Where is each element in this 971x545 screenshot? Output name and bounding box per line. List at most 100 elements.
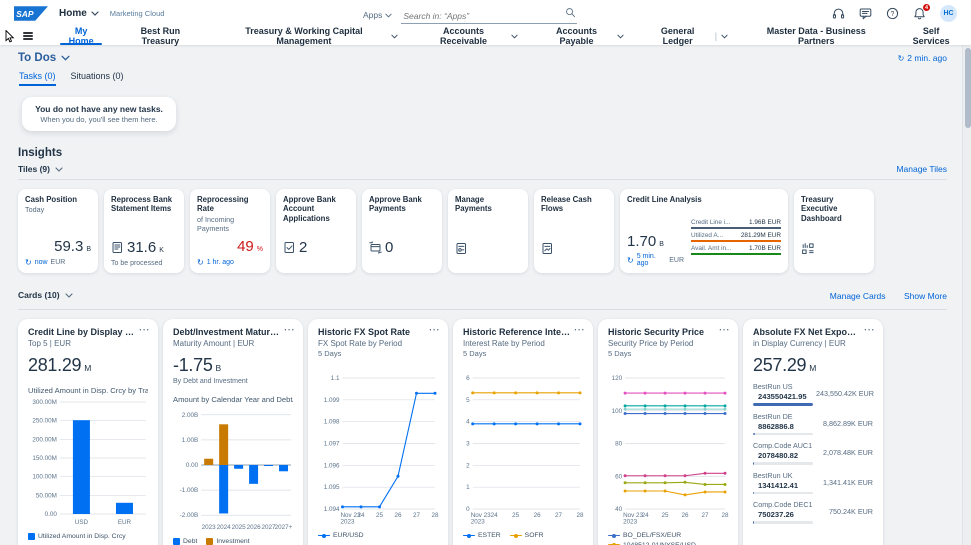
mouse-cursor	[5, 30, 16, 43]
legend-item: BO_DEL/FSX/EUR	[608, 532, 728, 539]
support-headset-icon[interactable]	[832, 7, 845, 20]
chart-legend: ESTERSOFR	[463, 532, 583, 539]
home-menu-button[interactable]: Home	[59, 8, 99, 19]
todo-tab-situations-0-[interactable]: Situations (0)	[71, 71, 124, 86]
tile[interactable]: Credit Line Analysis1.70B↻5 min. agoEURC…	[620, 189, 788, 273]
legend-label: Investment	[216, 538, 249, 545]
svg-text:USD: USD	[75, 519, 89, 526]
legend-item: Investment	[206, 538, 249, 545]
tile[interactable]: Manage Payments	[448, 189, 528, 273]
manage-tiles-link[interactable]: Manage Tiles	[896, 164, 947, 174]
legend-item: SOFR	[510, 532, 544, 539]
svg-text:-1.00B: -1.00B	[180, 487, 199, 494]
side-navigation-toggle[interactable]	[20, 32, 36, 39]
tile[interactable]: Cash PositionToday59.3B↻nowEUR	[18, 189, 98, 273]
tile[interactable]: Reprocess Bank Statement Items31.6KTo be…	[104, 189, 184, 273]
tile-title: Reprocess Bank Statement Items	[111, 195, 177, 214]
manage-cards-link[interactable]: Manage Cards	[830, 291, 886, 301]
feedback-icon[interactable]	[859, 7, 872, 20]
nav-tab-label: Master Data - Business Partners	[750, 26, 882, 46]
card-kpi-value: -1.75	[173, 355, 213, 376]
show-more-link[interactable]: Show More	[904, 291, 947, 301]
svg-text:250.00M: 250.00M	[32, 418, 57, 425]
insight-card[interactable]: Credit Line by Display Currency⋯Top 5 | …	[18, 319, 158, 545]
todos-section: To Dos ↻ 2 min. ago Tasks (0) Situations …	[18, 52, 947, 131]
nav-tab-my-home[interactable]: My Home	[51, 27, 111, 45]
legend-marker	[173, 538, 180, 545]
breakdown-value: 281.29M EUR	[741, 232, 781, 239]
overflow-menu-button[interactable]: ⋯	[284, 323, 296, 336]
tiles-group-toggle[interactable]: Tiles (9)	[18, 164, 63, 174]
overflow-menu-button[interactable]: ⋯	[864, 323, 876, 336]
overflow-menu-button[interactable]: ⋯	[719, 323, 731, 336]
overflow-menu-button[interactable]: ⋯	[574, 323, 586, 336]
sap-logo[interactable]: SAP	[14, 6, 48, 21]
tile[interactable]: Approve Bank Payments0	[362, 189, 442, 273]
svg-text:28: 28	[431, 512, 439, 519]
scrollbar-thumb[interactable]	[965, 48, 971, 128]
svg-text:27: 27	[555, 512, 563, 519]
chevron-down-icon	[721, 34, 728, 39]
overflow-menu-button[interactable]: ⋯	[429, 323, 441, 336]
svg-text:2023: 2023	[202, 524, 217, 531]
avatar[interactable]: HC	[940, 5, 957, 22]
tile[interactable]: Approve Bank Account Applications2	[276, 189, 356, 273]
sap-fiori-launchpad: { "header": { "logo": "SAP", "home_label…	[0, 0, 971, 545]
insight-card[interactable]: Historic Reference Interest Rate⋯Interes…	[453, 319, 593, 545]
exposure-display-value: 1,341.41K EUR	[816, 478, 873, 487]
tile[interactable]: Release Cash Flows	[534, 189, 614, 273]
svg-text:24: 24	[642, 512, 650, 519]
breakdown-label: Avail. Amt in...	[691, 245, 731, 252]
nav-tab-self-services[interactable]: Self Services	[893, 27, 969, 45]
insight-card[interactable]: Absolute FX Net Exposure⋯in Display Curr…	[743, 319, 883, 545]
todo-tab-tasks-0-[interactable]: Tasks (0)	[19, 71, 56, 86]
cards-row: Credit Line by Display Currency⋯Top 5 | …	[18, 319, 947, 545]
nav-tab-general-ledger[interactable]: General Ledger|	[635, 27, 739, 45]
maturity-bar-chart: 2.00B1.00B0.00-1.00B-2.00B20232024202520…	[173, 407, 294, 531]
insight-card[interactable]: Historic Security Price⋯Security Price b…	[598, 319, 738, 545]
tile-footer	[801, 259, 867, 267]
nav-tab-best-run-treasury[interactable]: Best Run Treasury	[111, 27, 209, 45]
search-input[interactable]	[401, 10, 577, 24]
nav-tab-master-data-business-partners[interactable]: Master Data - Business Partners	[739, 27, 893, 45]
legend-label: Utilized Amount in Disp. Crcy	[38, 533, 126, 540]
overflow-menu-button[interactable]: ⋯	[139, 323, 151, 336]
todos-refresh-button[interactable]: ↻ 2 min. ago	[898, 53, 947, 63]
product-name: Marketing Cloud	[110, 9, 165, 18]
tile-footer-text: EUR	[669, 257, 684, 264]
tiles-row: Cash PositionToday59.3B↻nowEURReprocess …	[18, 189, 947, 273]
search-icon[interactable]	[565, 7, 576, 18]
svg-text:2025: 2025	[232, 524, 247, 531]
svg-text:2023: 2023	[341, 519, 356, 526]
todos-title[interactable]: To Dos	[18, 52, 70, 64]
cards-group-toggle[interactable]: Cards (10)	[18, 290, 73, 300]
notifications-button[interactable]: 4	[913, 7, 926, 20]
svg-text:5: 5	[466, 397, 470, 404]
help-icon[interactable]: ?	[886, 7, 899, 20]
scrollbar[interactable]	[962, 45, 971, 545]
nav-tab-label: Self Services	[904, 26, 958, 46]
svg-text:1.098: 1.098	[324, 419, 340, 426]
tile-refresh-time: now	[35, 259, 48, 266]
svg-text:1.095: 1.095	[324, 484, 340, 491]
tile[interactable]: Reprocessing Rateof Incoming Payments49%…	[190, 189, 270, 273]
legend-marker	[28, 533, 35, 540]
nav-tab-accounts-payable[interactable]: Accounts Payable	[529, 27, 636, 45]
empty-tasks-subtitle: When you do, you'll see them here.	[30, 115, 168, 124]
search-scope-select[interactable]: Apps	[363, 10, 392, 20]
search-bar[interactable]: Apps	[363, 6, 577, 24]
svg-text:150.00M: 150.00M	[32, 455, 57, 462]
nav-tab-label: Best Run Treasury	[122, 26, 198, 46]
exposure-company: Comp.Code AUC1	[753, 441, 813, 450]
insight-card[interactable]: Historic FX Spot Rate⋯FX Spot Rate by Pe…	[308, 319, 448, 545]
card-timeframe: 5 Days	[463, 349, 583, 358]
insight-card[interactable]: Debt/Investment Maturity Profile⋯Maturit…	[163, 319, 303, 545]
tile[interactable]: Treasury Executive Dashboard	[794, 189, 874, 273]
card-subtitle: in Display Currency | EUR	[753, 339, 873, 348]
tile-title: Credit Line Analysis	[627, 195, 781, 204]
bank-account-application-icon	[283, 241, 296, 254]
nav-tab-treasury-working-capital-management[interactable]: Treasury & Working Capital Management	[209, 27, 409, 45]
breakdown-label: Credit Line i...	[691, 219, 730, 226]
card-kpi-value: 281.29	[28, 355, 81, 376]
nav-tab-accounts-receivable[interactable]: Accounts Receivable	[409, 27, 528, 45]
